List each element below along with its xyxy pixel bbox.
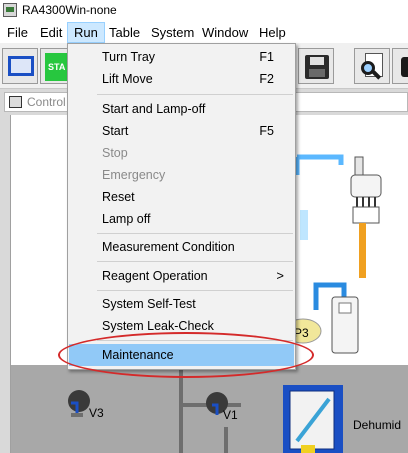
- menu-file[interactable]: File: [1, 22, 34, 43]
- menu-item-emergency: Emergency: [102, 168, 166, 182]
- toolbar-tray-button[interactable]: [392, 48, 408, 84]
- menu-separator: [97, 340, 293, 341]
- title-bar: RA4300Win-none: [0, 0, 408, 22]
- tray-icon: [401, 57, 408, 77]
- menu-bar: File Edit Run Table System Window Help: [0, 22, 408, 43]
- menu-item-system-leak-check[interactable]: System Leak-Check: [69, 315, 294, 337]
- save-icon: [305, 55, 329, 79]
- nozzle-top: [354, 156, 364, 176]
- menu-edit[interactable]: Edit: [34, 22, 68, 43]
- valve-v3: [68, 390, 90, 412]
- nozzle-base: [352, 206, 380, 224]
- toolbar-search-button[interactable]: [354, 48, 390, 84]
- menu-item-measurement-condition[interactable]: Measurement Condition: [69, 236, 294, 258]
- toolbar-save-button[interactable]: [298, 48, 334, 84]
- menu-help[interactable]: Help: [253, 22, 292, 43]
- control-window-icon: [9, 96, 22, 108]
- label-p3: P3: [294, 326, 309, 340]
- label-v3: V3: [89, 406, 104, 420]
- menu-item-system-self-test[interactable]: System Self-Test: [69, 293, 294, 315]
- menu-item-reset[interactable]: Reset: [69, 186, 294, 208]
- label-v1: V1: [223, 408, 238, 422]
- menu-separator: [97, 290, 293, 291]
- dehumidifier-outlet: [301, 445, 315, 453]
- nozzle-body: [350, 174, 382, 198]
- toolbar-window-button[interactable]: [2, 48, 38, 84]
- control-window-title: Control: [27, 95, 66, 109]
- menu-item-start[interactable]: Start F5: [69, 120, 294, 142]
- label-dehumidifier: Dehumid: [353, 418, 401, 432]
- menu-system[interactable]: System: [145, 22, 200, 43]
- app-icon: [3, 3, 17, 17]
- menu-item-lift-move[interactable]: Lift Move F2: [69, 68, 294, 90]
- search-document-icon: [361, 53, 385, 81]
- menu-item-stop: Stop: [102, 146, 128, 160]
- menu-item-start-and-lamp-off[interactable]: Start and Lamp-off: [69, 98, 294, 120]
- menu-window[interactable]: Window: [196, 22, 254, 43]
- chevron-right-icon: >: [276, 268, 284, 283]
- menu-item-reagent-operation[interactable]: Reagent Operation >: [69, 265, 294, 287]
- tube-blue-top: [297, 154, 344, 165]
- menu-separator: [97, 94, 293, 95]
- menu-item-maintenance[interactable]: Maintenance: [69, 344, 294, 366]
- menu-item-lamp-off[interactable]: Lamp off: [69, 208, 294, 230]
- menu-run[interactable]: Run: [67, 22, 105, 43]
- menu-separator: [97, 261, 293, 262]
- menu-table[interactable]: Table: [103, 22, 146, 43]
- tube-light-blue: [300, 210, 308, 240]
- window-title: RA4300Win-none: [22, 3, 117, 17]
- tube-orange: [359, 223, 366, 278]
- run-menu-dropdown: Turn Tray F1 Lift Move F2 Start and Lamp…: [67, 43, 296, 370]
- menu-separator: [97, 233, 293, 234]
- menu-item-turn-tray[interactable]: Turn Tray F1: [69, 46, 294, 68]
- window-icon: [8, 56, 34, 76]
